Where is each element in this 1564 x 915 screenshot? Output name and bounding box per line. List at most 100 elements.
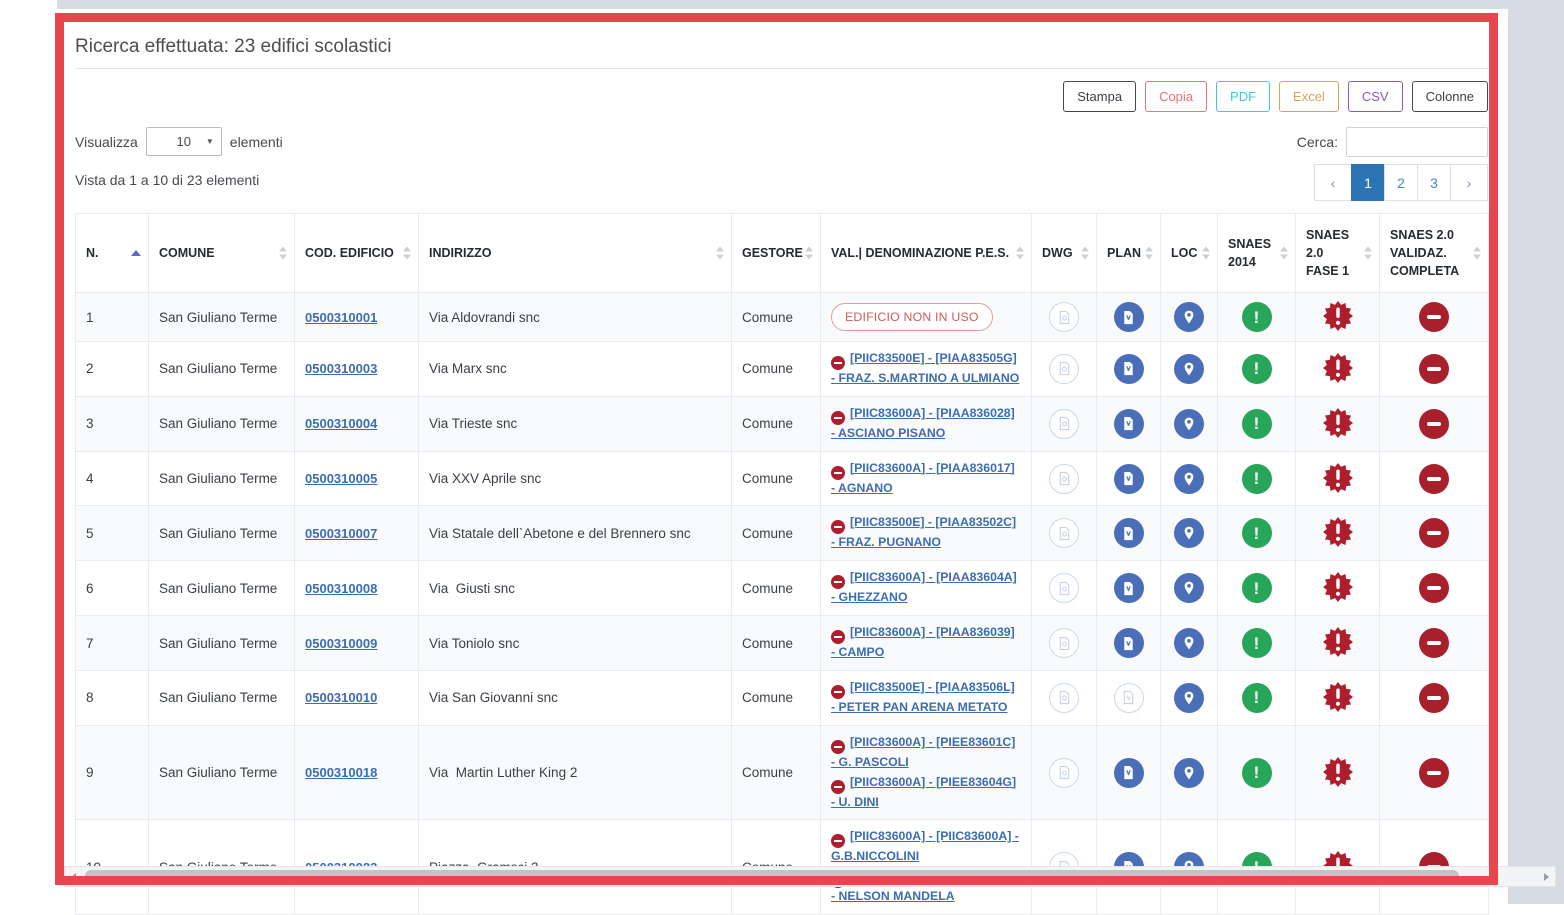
plan-pdf-icon[interactable] xyxy=(1114,464,1144,494)
location-pin-icon[interactable] xyxy=(1174,758,1204,788)
location-pin-icon[interactable] xyxy=(1174,409,1204,439)
plan-pdf-icon[interactable] xyxy=(1114,354,1144,384)
snaes-2014-ok-icon[interactable]: ! xyxy=(1242,518,1272,548)
location-pin-icon[interactable] xyxy=(1174,354,1204,384)
pes-denominazione-link[interactable]: [PIIC83500E] - [PIAA83505G] - FRAZ. S.MA… xyxy=(831,351,1019,385)
snaes20-fase1-cell xyxy=(1296,561,1380,616)
col-header-snaes20-fase1[interactable]: SNAES 2.0 FASE 1 xyxy=(1296,214,1380,293)
col-header-snaes-2014[interactable]: SNAES 2014 xyxy=(1218,214,1296,293)
scroll-right-arrow-icon[interactable] xyxy=(1544,873,1549,881)
gestore-cell: Comune xyxy=(732,342,821,397)
snaes-2014-ok-icon[interactable]: ! xyxy=(1242,628,1272,658)
csv-button[interactable]: CSV xyxy=(1348,81,1403,112)
colonne-button[interactable]: Colonne xyxy=(1412,81,1488,112)
location-pin-icon[interactable] xyxy=(1174,628,1204,658)
snaes-2014-ok-icon[interactable]: ! xyxy=(1242,409,1272,439)
cod-edificio-link[interactable]: 0500310010 xyxy=(305,690,377,705)
cod-edificio-link[interactable]: 0500310007 xyxy=(305,526,377,541)
col-header-n[interactable]: N. xyxy=(76,214,149,293)
pagination-page-3[interactable]: 3 xyxy=(1417,164,1451,201)
snaes20-fase1-alert-icon[interactable] xyxy=(1322,626,1354,658)
snaes20-validaz-blocked-icon[interactable] xyxy=(1419,758,1449,788)
snaes20-fase1-alert-icon[interactable] xyxy=(1322,407,1354,439)
snaes20-fase1-alert-icon[interactable] xyxy=(1322,462,1354,494)
pes-denominazione-link[interactable]: [PIIC83600A] - [PIAA836039] - CAMPO xyxy=(831,625,1015,659)
col-header-indirizzo[interactable]: INDIRIZZO xyxy=(419,214,732,293)
col-header-plan[interactable]: PLAN xyxy=(1097,214,1161,293)
snaes20-validaz-blocked-icon[interactable] xyxy=(1419,518,1449,548)
snaes20-fase1-alert-icon[interactable] xyxy=(1322,571,1354,603)
snaes20-validaz-blocked-icon[interactable] xyxy=(1419,409,1449,439)
cod-edificio-link[interactable]: 0500310009 xyxy=(305,636,377,651)
pes-denominazione-link[interactable]: [PIIC83500E] - [PIAA83502C] - FRAZ. PUGN… xyxy=(831,515,1016,549)
snaes20-validaz-blocked-icon[interactable] xyxy=(1419,354,1449,384)
sort-icons xyxy=(1016,247,1024,260)
plan-pdf-icon[interactable] xyxy=(1114,573,1144,603)
plan-pdf-icon[interactable] xyxy=(1114,409,1144,439)
horizontal-scrollbar-thumb[interactable] xyxy=(85,870,1459,883)
plan-pdf-icon[interactable] xyxy=(1114,518,1144,548)
header-row: N. COMUNE COD. EDIFICIO INDIRIZZO GESTOR… xyxy=(76,214,1489,293)
col-header-comune[interactable]: COMUNE xyxy=(149,214,295,293)
page-size-select[interactable]: 10 ▼ xyxy=(146,127,222,156)
stampa-button[interactable]: Stampa xyxy=(1063,81,1136,112)
cod-edificio-link[interactable]: 0500310001 xyxy=(305,310,377,325)
pes-link-line: [PIIC83600A] - [PIEE83601C] - G. PASCOLI xyxy=(831,734,1021,772)
col-header-gestore[interactable]: GESTORE xyxy=(732,214,821,293)
snaes20-validaz-blocked-icon[interactable] xyxy=(1419,302,1449,332)
pes-link-line: [PIIC83500E] - [PIAA83505G] - FRAZ. S.MA… xyxy=(831,350,1021,388)
cod-edificio-link[interactable]: 0500310005 xyxy=(305,471,377,486)
excel-button[interactable]: Excel xyxy=(1279,81,1339,112)
snaes-2014-ok-icon[interactable]: ! xyxy=(1242,758,1272,788)
pagination-next[interactable]: › xyxy=(1450,164,1488,201)
snaes20-fase1-alert-icon[interactable] xyxy=(1322,756,1354,788)
pes-denominazione-link[interactable]: [PIIC83600A] - [PIAA836017] - AGNANO xyxy=(831,461,1015,495)
location-pin-icon[interactable] xyxy=(1174,573,1204,603)
col-header-loc[interactable]: LOC xyxy=(1161,214,1218,293)
scroll-left-arrow-icon[interactable] xyxy=(71,873,76,881)
col-header-snaes20-validaz[interactable]: SNAES 2.0 VALIDAZ. COMPLETA xyxy=(1380,214,1489,293)
gestore-cell: Comune xyxy=(732,396,821,451)
snaes-2014-ok-icon[interactable]: ! xyxy=(1242,354,1272,384)
plan-pdf-icon[interactable] xyxy=(1114,628,1144,658)
snaes-2014-ok-icon[interactable]: ! xyxy=(1242,302,1272,332)
snaes20-fase1-alert-icon[interactable] xyxy=(1322,681,1354,713)
snaes20-validaz-blocked-icon[interactable] xyxy=(1419,464,1449,494)
pes-denominazione-link[interactable]: [PIIC83600A] - [PIAA83604A] - GHEZZANO xyxy=(831,570,1017,604)
location-pin-icon[interactable] xyxy=(1174,683,1204,713)
snaes-2014-ok-icon[interactable]: ! xyxy=(1242,683,1272,713)
location-pin-icon[interactable] xyxy=(1174,302,1204,332)
cod-edificio-link[interactable]: 0500310003 xyxy=(305,361,377,376)
snaes-2014-ok-icon[interactable]: ! xyxy=(1242,573,1272,603)
snaes20-fase1-cell xyxy=(1296,293,1380,342)
col-header-dwg[interactable]: DWG xyxy=(1032,214,1097,293)
cod-edificio-link[interactable]: 0500310008 xyxy=(305,581,377,596)
location-pin-icon[interactable] xyxy=(1174,518,1204,548)
snaes20-fase1-alert-icon[interactable] xyxy=(1322,516,1354,548)
cod-edificio-link[interactable]: 0500310004 xyxy=(305,416,377,431)
search-input[interactable] xyxy=(1346,127,1488,157)
snaes20-fase1-alert-icon[interactable] xyxy=(1322,352,1354,384)
plan-pdf-icon[interactable] xyxy=(1114,302,1144,332)
pes-denominazione-link[interactable]: [PIIC83600A] - [PIAA836028] - ASCIANO PI… xyxy=(831,406,1015,440)
pes-denominazione-link[interactable]: [PIIC83600A] - [PIIC83600A] - G.B.NICCOL… xyxy=(831,829,1019,863)
pdf-button[interactable]: PDF xyxy=(1216,81,1270,112)
snaes-2014-ok-icon[interactable]: ! xyxy=(1242,464,1272,494)
pes-denominazione-link[interactable]: [PIIC83500E] - [PIAA83506L] - PETER PAN … xyxy=(831,680,1015,714)
snaes20-validaz-blocked-icon[interactable] xyxy=(1419,683,1449,713)
pes-denominazione-link[interactable]: [PIIC83600A] - [PIEE83604G] - U. DINI xyxy=(831,775,1016,809)
col-header-cod-edificio[interactable]: COD. EDIFICIO xyxy=(295,214,419,293)
pes-denominazione-link[interactable]: [PIIC83600A] - [PIEE83601C] - G. PASCOLI xyxy=(831,735,1015,769)
snaes20-validaz-blocked-icon[interactable] xyxy=(1419,573,1449,603)
horizontal-scrollbar[interactable] xyxy=(64,866,1556,887)
pagination-page-2[interactable]: 2 xyxy=(1384,164,1418,201)
pagination-page-1[interactable]: 1 xyxy=(1351,164,1385,201)
cod-edificio-link[interactable]: 0500310018 xyxy=(305,765,377,780)
location-pin-icon[interactable] xyxy=(1174,464,1204,494)
copia-button[interactable]: Copia xyxy=(1145,81,1207,112)
snaes20-fase1-alert-icon[interactable] xyxy=(1322,300,1354,332)
plan-pdf-icon[interactable] xyxy=(1114,758,1144,788)
col-header-val-denominazione[interactable]: VAL.| DENOMINAZIONE P.E.S. xyxy=(821,214,1032,293)
snaes20-validaz-blocked-icon[interactable] xyxy=(1419,628,1449,658)
pagination-prev[interactable]: ‹ xyxy=(1314,164,1352,201)
